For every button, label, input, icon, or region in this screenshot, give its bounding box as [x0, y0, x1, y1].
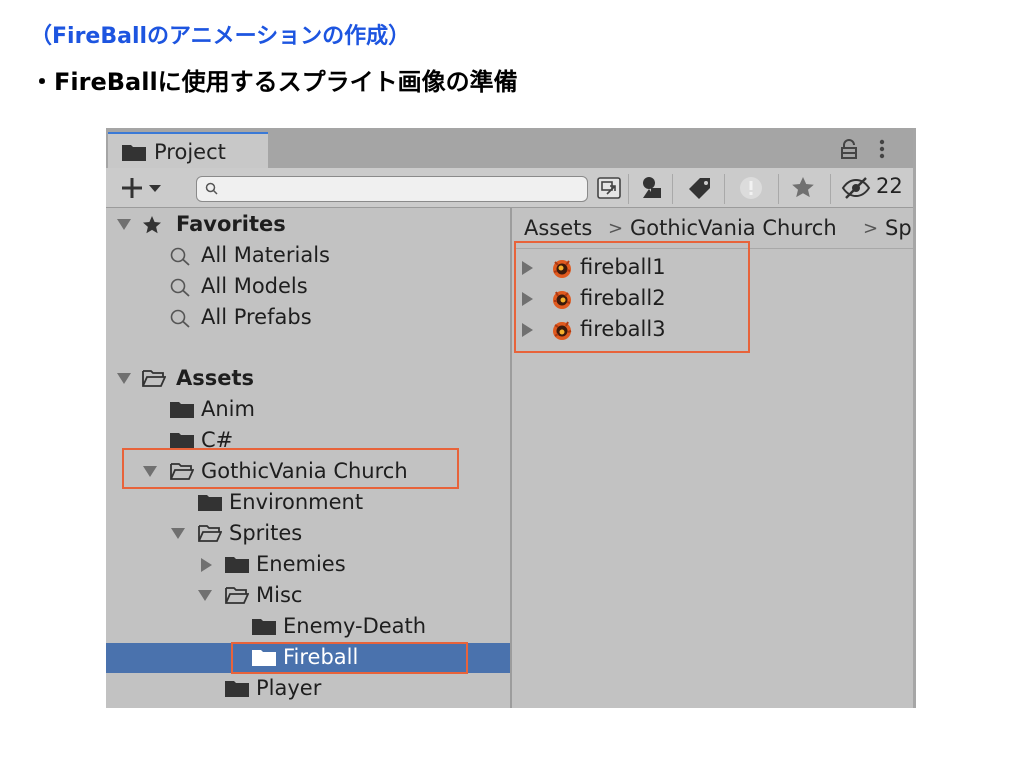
tree-item-label: All Materials: [201, 243, 330, 267]
toolbar-separator: [724, 174, 725, 204]
folder-icon: [225, 681, 249, 697]
breadcrumb-separator: >: [608, 218, 624, 239]
tree-item-environment[interactable]: Environment: [106, 488, 510, 518]
search-icon: [170, 309, 190, 328]
filter-by-type-icon[interactable]: [638, 172, 668, 204]
tree-item-label: Sprites: [229, 521, 303, 545]
tree-item-anim[interactable]: Anim: [106, 395, 510, 425]
folder-icon: [225, 557, 249, 573]
tree-item-label: Misc: [256, 583, 303, 607]
collapsed-arrow-icon[interactable]: [522, 292, 533, 306]
folder-open-icon: [142, 370, 166, 387]
tree-item-favorites[interactable]: Favorites: [106, 210, 510, 240]
asset-item-fireball1[interactable]: fireball1: [514, 253, 874, 283]
tree-item-label: Anim: [201, 397, 255, 421]
folder-icon: [198, 495, 222, 511]
breadcrumb-item-assets[interactable]: Assets: [524, 216, 592, 240]
folder-icon: [170, 402, 194, 418]
asset-label: fireball3: [580, 317, 666, 341]
collapsed-arrow-icon[interactable]: [201, 558, 212, 572]
tree-item-all-prefabs[interactable]: All Prefabs: [106, 303, 510, 333]
fireball-sprite-icon: [553, 321, 572, 340]
tree-item-label: All Models: [201, 274, 308, 298]
hidden-packages-count: 22: [876, 174, 903, 198]
tree-item-assets[interactable]: Assets: [106, 364, 510, 394]
tree-item-label: Fireball: [283, 645, 359, 669]
toolbar: 22: [106, 168, 913, 208]
asset-label: fireball2: [580, 286, 666, 310]
slide-bullet: ・FireBallに使用するスプライト画像の準備: [30, 68, 518, 96]
folder-tree: Favorites All Materials All Models All P…: [106, 208, 512, 708]
fireball-sprite-icon: [553, 260, 571, 278]
breadcrumb-item-sprites[interactable]: Sp: [885, 216, 912, 240]
folder-open-icon: [198, 525, 222, 542]
tree-item-fireball[interactable]: Fireball: [106, 643, 510, 673]
tree-item-sprites[interactable]: Sprites: [106, 519, 510, 549]
collapsed-arrow-icon[interactable]: [522, 261, 533, 275]
tree-item-label: Enemies: [256, 552, 346, 576]
asset-label: fireball1: [580, 255, 666, 279]
lock-icon[interactable]: [839, 138, 859, 160]
toolbar-separator: [628, 174, 629, 204]
asset-browser: Assets > GothicVania Church > Sp firebal…: [514, 208, 913, 708]
expand-arrow-icon[interactable]: [198, 590, 212, 601]
star-icon[interactable]: [788, 172, 818, 204]
tree-item-label: C#: [201, 428, 234, 452]
tree-item-label: Enemy-Death: [283, 614, 427, 638]
search-input[interactable]: [223, 179, 582, 201]
toolbar-separator: [830, 174, 831, 204]
expand-arrow-icon[interactable]: [171, 528, 185, 539]
folder-open-icon: [170, 463, 194, 480]
tab-project[interactable]: Project: [108, 132, 268, 168]
expand-arrow-icon[interactable]: [143, 466, 157, 477]
more-options-icon[interactable]: [878, 138, 886, 160]
breadcrumb-item-gothicvania[interactable]: GothicVania Church: [630, 216, 837, 240]
folder-open-icon: [225, 587, 249, 604]
tree-item-csharp[interactable]: C#: [106, 426, 510, 456]
search-icon: [170, 247, 190, 266]
search-by-type-icon[interactable]: [594, 172, 624, 204]
tree-item-gothicvania-church[interactable]: GothicVania Church: [106, 457, 510, 487]
filter-by-label-icon[interactable]: [686, 172, 716, 204]
asset-item-fireball2[interactable]: fireball2: [514, 284, 874, 314]
tree-item-misc[interactable]: Misc: [106, 581, 510, 611]
breadcrumb-separator: >: [863, 218, 879, 239]
folder-icon: [252, 619, 276, 635]
log-info-icon[interactable]: [736, 172, 766, 204]
tree-item-enemy-death[interactable]: Enemy-Death: [106, 612, 510, 642]
tree-item-player[interactable]: Player: [106, 674, 510, 704]
project-window: Project 22 Favorites All Materials All M…: [106, 128, 916, 708]
toolbar-separator: [672, 174, 673, 204]
toolbar-separator: [778, 174, 779, 204]
tab-label: Project: [154, 140, 226, 164]
folder-icon: [252, 650, 276, 666]
tree-item-all-materials[interactable]: All Materials: [106, 241, 510, 271]
folder-icon: [122, 145, 146, 161]
star-icon: [143, 216, 161, 234]
create-dropdown-button[interactable]: [118, 174, 168, 202]
expand-arrow-icon[interactable]: [117, 219, 131, 230]
tree-item-label: All Prefabs: [201, 305, 312, 329]
tree-item-label: Assets: [176, 366, 255, 390]
fireball-sprite-icon: [553, 291, 571, 309]
search-field[interactable]: [196, 176, 588, 202]
folder-icon: [170, 433, 194, 449]
tree-item-all-models[interactable]: All Models: [106, 272, 510, 302]
tab-bar: Project: [106, 128, 913, 168]
tree-item-label: Environment: [229, 490, 364, 514]
breadcrumb: Assets > GothicVania Church > Sp: [514, 208, 913, 249]
tree-item-label: Player: [256, 676, 322, 700]
slide-title: （FireBallのアニメーションの作成）: [30, 24, 411, 49]
tree-item-enemies[interactable]: Enemies: [106, 550, 510, 580]
asset-item-fireball3[interactable]: fireball3: [514, 315, 874, 345]
search-icon: [205, 182, 218, 195]
tree-item-label: Favorites: [176, 212, 286, 236]
collapsed-arrow-icon[interactable]: [522, 323, 533, 337]
expand-arrow-icon[interactable]: [117, 373, 131, 384]
hidden-packages-icon[interactable]: [840, 172, 872, 204]
search-icon: [170, 278, 190, 297]
tree-item-label: GothicVania Church: [201, 459, 408, 483]
